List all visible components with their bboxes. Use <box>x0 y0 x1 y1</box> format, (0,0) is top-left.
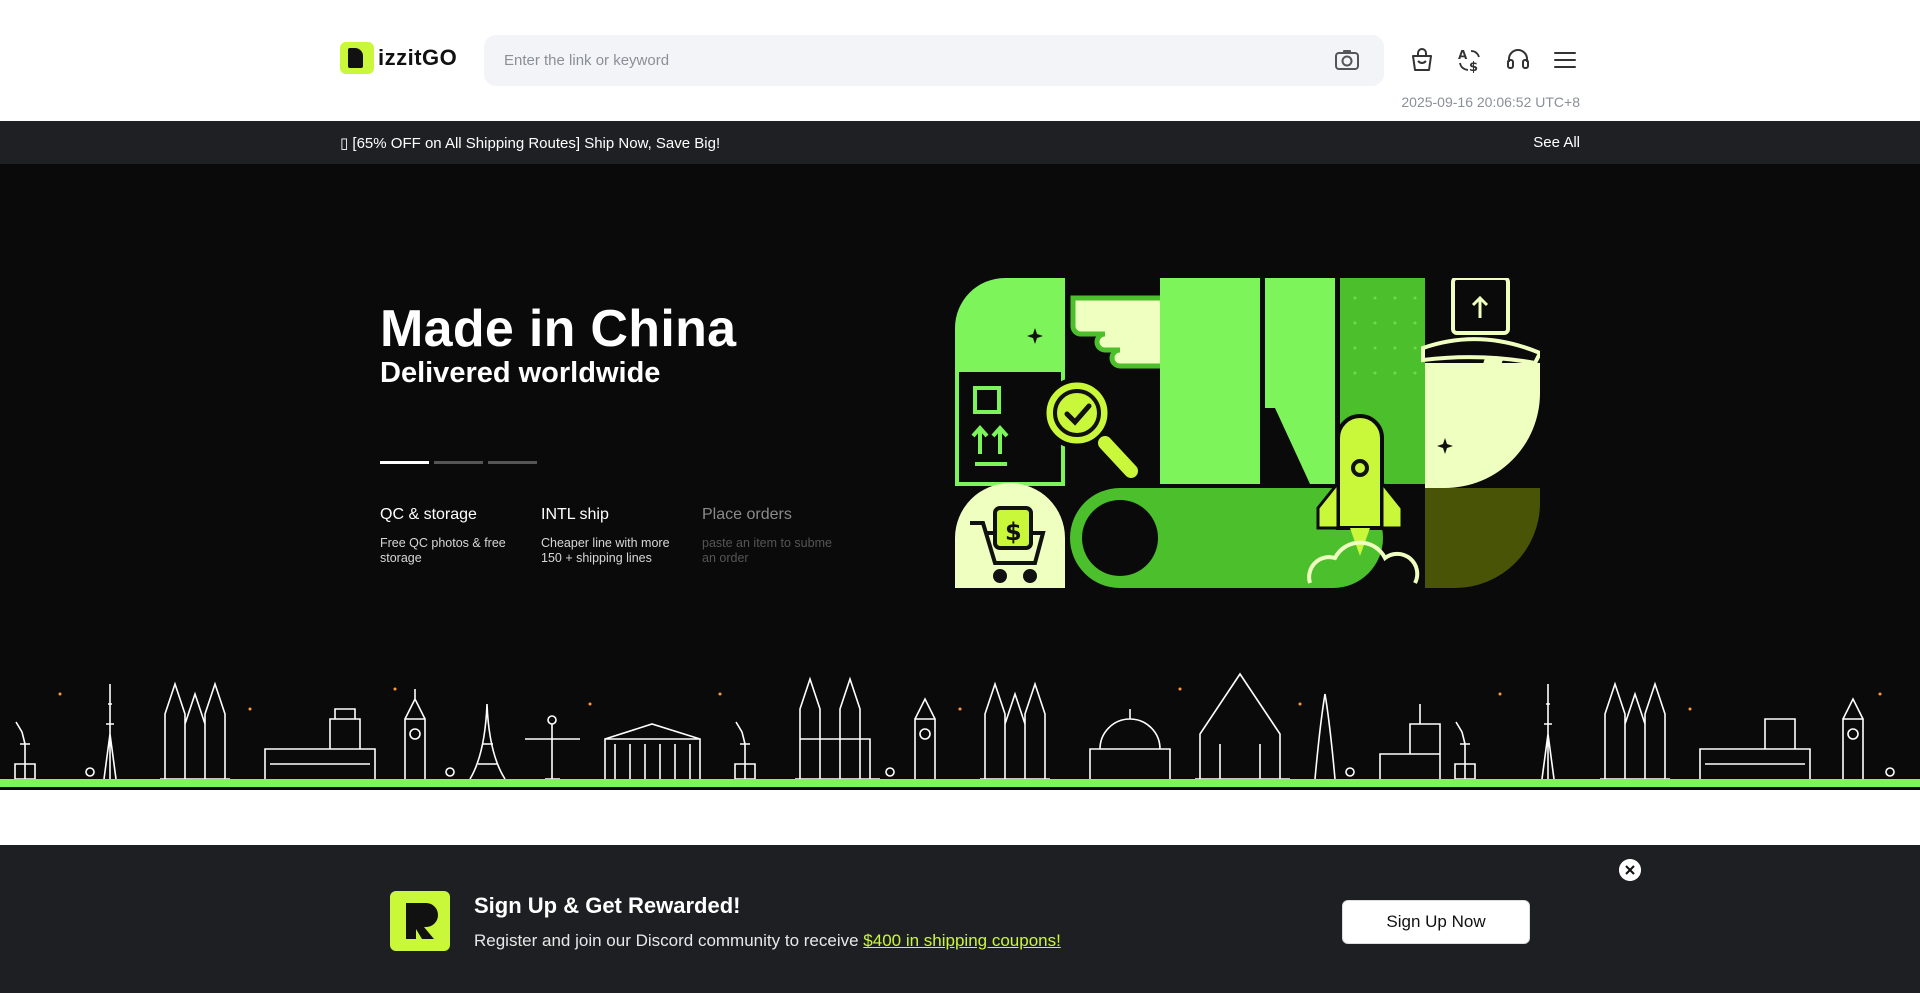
site-logo[interactable]: izzitGO <box>340 42 457 74</box>
feature-desc: Free QC photos & free storage <box>380 536 506 565</box>
content-strip <box>0 790 1920 845</box>
castle-icon <box>1699 718 1811 779</box>
hero-illustration: $ <box>955 278 1540 588</box>
big-ben-icon <box>914 697 936 779</box>
feature-title: Place orders <box>702 506 792 523</box>
signup-description: Register and join our Discord community … <box>474 931 1061 951</box>
svg-text:$: $ <box>1005 518 1022 546</box>
shipping-coupons-link[interactable]: $400 in shipping coupons! <box>863 931 1061 950</box>
search-bar <box>484 35 1384 86</box>
hero-subtitle: Delivered worldwide <box>380 357 661 389</box>
feature-intl-ship[interactable]: INTL ship Cheaper line with more 150 + s… <box>541 506 686 566</box>
christ-statue-icon <box>525 715 580 780</box>
feature-desc: paste an item to subme an order <box>702 536 832 565</box>
brandenburg-gate-icon <box>604 723 701 779</box>
big-ben-icon <box>1842 697 1864 779</box>
tv-tower-icon <box>103 684 117 780</box>
tv-tower-icon <box>1541 684 1555 780</box>
signup-logo <box>390 891 450 951</box>
sign-up-now-button[interactable]: Sign Up Now <box>1342 900 1530 944</box>
feature-title: QC & storage <box>380 506 477 523</box>
palace-icon <box>1195 672 1290 780</box>
logo-r-icon <box>406 903 438 939</box>
eiffel-tower-icon <box>469 703 506 780</box>
svg-text:$: $ <box>1469 60 1478 73</box>
close-icon[interactable] <box>1619 859 1641 881</box>
statue-of-liberty-icon <box>14 721 36 780</box>
search-input[interactable] <box>484 35 1304 86</box>
carousel-dot-2[interactable] <box>434 461 483 464</box>
menu-icon[interactable] <box>1552 47 1578 73</box>
currency-icon[interactable]: A $ <box>1457 47 1483 73</box>
promo-text[interactable]: ▯ [65% OFF on All Shipping Routes] Ship … <box>340 134 720 152</box>
trees-icon <box>85 767 1895 777</box>
feature-desc: Cheaper line with more 150 + shipping li… <box>541 536 670 565</box>
see-all-link[interactable]: See All <box>1533 134 1580 151</box>
promo-bar: ▯ [65% OFF on All Shipping Routes] Ship … <box>0 121 1920 164</box>
shopping-bag-icon[interactable] <box>1409 47 1435 73</box>
signup-desc-text: Register and join our Discord community … <box>474 931 864 950</box>
letter-r-bowl <box>1265 278 1335 484</box>
tyn-church-icon <box>795 676 880 780</box>
logo-mark <box>340 42 374 74</box>
ground-line <box>0 779 1920 787</box>
signup-banner: Sign Up & Get Rewarded! Register and joi… <box>0 845 1920 993</box>
svg-text:A: A <box>1458 48 1468 62</box>
olive-quarter <box>1425 488 1540 588</box>
site-header: izzitGO A $ 2025-09-16 20:06:52 UTC+8 <box>0 0 1920 121</box>
feature-qc-storage[interactable]: QC & storage Free QC photos & free stora… <box>380 506 525 566</box>
feature-title: INTL ship <box>541 506 609 523</box>
skyscraper-icon <box>1314 693 1336 780</box>
statue-of-liberty-icon <box>734 721 756 780</box>
camera-icon[interactable] <box>1334 48 1360 72</box>
hero-title: Made in China <box>380 300 737 358</box>
signup-title: Sign Up & Get Rewarded! <box>474 893 741 918</box>
cathedral-icon <box>160 681 230 780</box>
bubble-shape <box>955 278 1065 372</box>
carousel-dot-3[interactable] <box>488 461 537 464</box>
dome-building-icon <box>1089 709 1171 779</box>
big-ben-icon <box>404 689 426 779</box>
castle-icon <box>264 708 376 779</box>
feature-place-orders[interactable]: Place orders paste an item to subme an o… <box>702 506 847 566</box>
statue-of-liberty-icon <box>1454 721 1476 780</box>
letter-r-stem <box>1160 278 1260 484</box>
server-timestamp: 2025-09-16 20:06:52 UTC+8 <box>1401 94 1580 110</box>
cathedral-icon <box>980 681 1050 780</box>
fortress-icon <box>1379 704 1441 779</box>
carousel-dots <box>380 461 537 464</box>
logo-text: izzitGO <box>378 45 458 70</box>
cathedral-icon <box>1600 681 1670 780</box>
city-skyline <box>0 672 1920 787</box>
headset-icon[interactable] <box>1505 47 1531 73</box>
carousel-dot-1[interactable] <box>380 461 429 464</box>
hero-banner: Made in China Delivered worldwide QC & s… <box>0 164 1920 790</box>
